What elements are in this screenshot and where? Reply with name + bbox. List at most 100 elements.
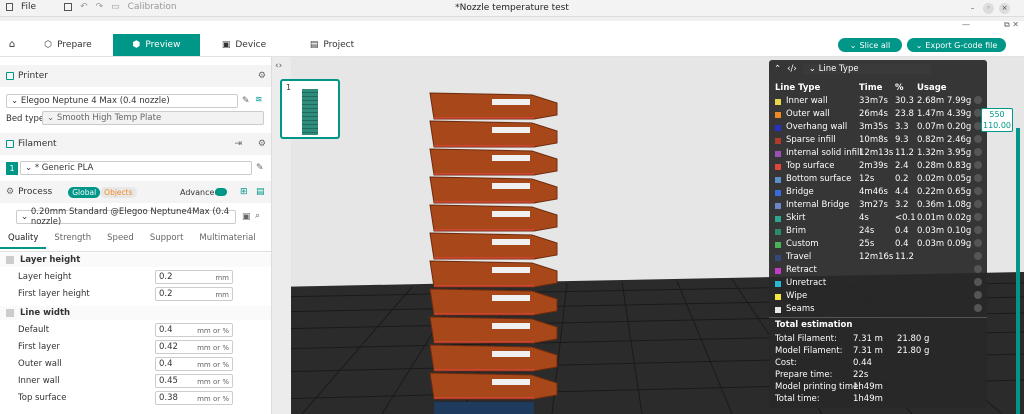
tower-block <box>429 260 558 288</box>
printer-select[interactable]: ⌄ Elegoo Neptune 4 Max (0.4 nozzle) <box>6 94 238 108</box>
eye-icon[interactable] <box>974 252 982 260</box>
maximize-icon[interactable]: ◦ <box>983 3 994 14</box>
edit-icon[interactable]: ✎ <box>242 96 250 106</box>
tower-slot <box>492 127 530 133</box>
tab-support[interactable]: Support <box>142 233 192 249</box>
eye-icon[interactable] <box>974 161 982 169</box>
color-swatch <box>775 125 781 131</box>
code-icon[interactable]: ‹/› <box>787 64 797 74</box>
close-icon[interactable]: × <box>999 3 1010 14</box>
eye-icon[interactable] <box>974 174 982 182</box>
eye-icon[interactable] <box>974 265 982 273</box>
home-icon[interactable]: ⌂ <box>0 34 24 56</box>
save-icon[interactable]: ▣ <box>242 212 251 222</box>
tab-prepare[interactable]: ⬡ Prepare <box>24 34 112 56</box>
line-width-top-surface-input[interactable]: 0.38 mm or % <box>155 391 233 405</box>
line-width-inner-wall-input[interactable]: 0.45 mm or % <box>155 374 233 388</box>
bed-type-select[interactable]: ⌄ Smooth High Temp Plate <box>42 111 264 125</box>
eye-icon[interactable] <box>974 291 982 299</box>
legend-row[interactable]: Top surface 2m39s 2.4 0.28m 0.83g <box>775 161 985 174</box>
legend-row[interactable]: Inner wall 33m7s 30.3 2.68m 7.99g <box>775 96 985 109</box>
legend-row[interactable]: Travel 12m16s 11.2 <box>775 252 985 265</box>
filament-index-badge: 1 <box>6 162 18 175</box>
eye-icon[interactable] <box>974 148 982 156</box>
layer-height-input[interactable]: 0.2 mm <box>155 270 233 284</box>
line-width-outer-wall-input[interactable]: 0.4 mm or % <box>155 357 233 371</box>
eye-icon[interactable] <box>974 135 982 143</box>
eye-icon[interactable] <box>974 200 982 208</box>
wifi-icon[interactable]: ≋ <box>255 95 263 105</box>
legend-row[interactable]: Internal Bridge 3m27s 3.2 0.36m 1.08g <box>775 200 985 213</box>
eye-icon[interactable] <box>974 213 982 221</box>
color-swatch <box>775 138 781 144</box>
save-preset-icon[interactable]: ▤ <box>256 187 265 197</box>
legend-row[interactable]: Retract <box>775 265 985 278</box>
eye-icon[interactable] <box>974 304 982 312</box>
collapse-icon[interactable]: ⌃ <box>774 64 781 74</box>
tab-quality[interactable]: Quality <box>0 233 47 249</box>
legend-time: 33m7s <box>859 96 888 106</box>
process-preset-select[interactable]: ⌄ 0.20mm Standard @Elegoo Neptune4Max (0… <box>16 207 236 227</box>
export-gcode-button[interactable]: ⌄ Export G-code file <box>907 38 1006 52</box>
legend-row[interactable]: Outer wall 26m4s 23.8 1.47m 4.39g <box>775 109 985 122</box>
legend-row[interactable]: Custom 25s 0.4 0.03m 0.09g <box>775 239 985 252</box>
line-width-first-layer-input[interactable]: 0.42 mm or % <box>155 340 233 354</box>
tab-multimaterial[interactable]: Multimaterial <box>191 233 263 249</box>
legend-row[interactable]: Bridge 4m46s 4.4 0.22m 0.65g <box>775 187 985 200</box>
layer-height-group: Layer height <box>0 253 271 267</box>
legend-time: 12s <box>859 174 875 184</box>
tab-strength[interactable]: Strength <box>46 233 99 249</box>
eye-icon[interactable] <box>974 96 982 104</box>
tab-device[interactable]: ▣ Device <box>200 34 288 56</box>
legend-name: Top surface <box>786 161 835 171</box>
minimize-icon[interactable]: – <box>967 3 978 14</box>
prepare-icon: ⬡ <box>44 40 53 50</box>
eye-icon[interactable] <box>974 187 982 195</box>
tab-others[interactable]: Others <box>264 233 271 249</box>
tab-speed[interactable]: Speed <box>99 233 142 249</box>
search-icon[interactable]: ⌕ <box>255 211 260 221</box>
legend-row[interactable]: Skirt 4s <0.1 0.01m 0.02g <box>775 213 985 226</box>
legend-time: 3m35s <box>859 122 888 132</box>
legend-len: 0.07m <box>917 122 945 132</box>
line-width-default-input[interactable]: 0.4 mm or % <box>155 323 233 337</box>
legend-row[interactable]: Bottom surface 12s 0.2 0.02m 0.05g <box>775 174 985 187</box>
first-layer-height-input[interactable]: 0.2 mm <box>155 287 233 301</box>
edit-icon[interactable]: ✎ <box>256 163 264 173</box>
layer-slider-label[interactable]: 550 110.00 <box>981 108 1013 132</box>
filament-select[interactable]: ⌄ * Generic PLA <box>20 161 252 175</box>
chevron-down-icon: ⌄ <box>849 40 857 50</box>
compare-icon[interactable]: ⊞ <box>240 187 248 197</box>
plate-thumbnail[interactable]: 1 <box>280 79 340 139</box>
legend-row[interactable]: Brim 24s 0.4 0.03m 0.10g <box>775 226 985 239</box>
view-type-select[interactable]: ⌄ Line Type <box>802 64 931 74</box>
eye-icon[interactable] <box>974 278 982 286</box>
project-icon: ▤ <box>309 40 319 50</box>
legend-row[interactable]: Wipe <box>775 291 985 304</box>
legend-row[interactable]: Overhang wall 3m35s 3.3 0.07m 0.20g <box>775 122 985 135</box>
advanced-switch[interactable] <box>215 188 227 196</box>
total-v1: 1h49m <box>853 394 883 404</box>
legend-row[interactable]: Sparse infill 10m8s 9.3 0.82m 2.46g <box>775 135 985 148</box>
legend-row[interactable]: Seams <box>775 304 985 317</box>
legend-len: 0.03m <box>917 226 945 236</box>
tab-preview[interactable]: ⬢ Preview <box>113 34 200 56</box>
collapse-icon[interactable]: ‹› <box>275 61 282 71</box>
slice-all-button[interactable]: ⌄ Slice all <box>838 38 902 52</box>
settings-icon[interactable]: ⚙ <box>258 139 266 149</box>
legend-pct: 0.4 <box>895 239 909 249</box>
legend-row[interactable]: Unretract <box>775 278 985 291</box>
settings-icon[interactable]: ⚙ <box>258 71 266 81</box>
layer-slider-track[interactable] <box>1016 128 1020 414</box>
global-toggle[interactable]: Global <box>68 186 101 198</box>
eye-icon[interactable] <box>974 226 982 234</box>
legend-pct: 0.4 <box>895 226 909 236</box>
add-filament-icon[interactable]: ⇥ <box>234 139 242 149</box>
objects-toggle[interactable]: Objects <box>100 186 137 198</box>
legend-row[interactable]: Internal solid infill 12m13s 11.2 1.32m 3.95… <box>775 148 985 161</box>
eye-icon[interactable] <box>974 239 982 247</box>
legend-g: 1.08g <box>947 200 972 210</box>
tab-project[interactable]: ▤ Project <box>288 34 376 56</box>
top-nav: ⧉ ✕ — ⌂ ⬡ Prepare ⬢ Preview ▣ Device ▤ Proje… <box>0 17 1024 57</box>
minimize-icon[interactable]: — <box>962 20 970 29</box>
